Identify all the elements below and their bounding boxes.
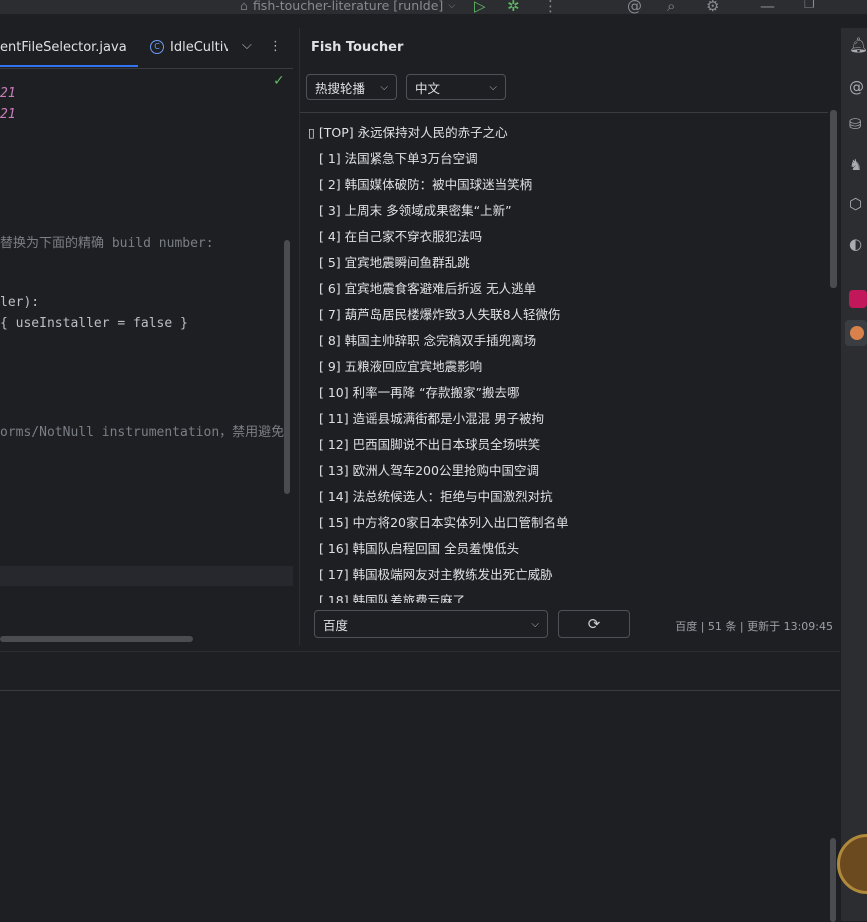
list-item[interactable]: [ 14] 法总统候选人：拒绝与中国激烈对抗: [319, 486, 553, 512]
list-item[interactable]: [ 10] 利率一再降 “存款搬家”搬去哪: [319, 382, 520, 408]
tab-file-selector[interactable]: entFileSelector.java: [0, 40, 127, 55]
code-line[interactable]: { useInstaller = false }: [0, 316, 188, 331]
plugin-icon[interactable]: [849, 290, 867, 308]
more-vertical-icon[interactable]: ⋮: [269, 39, 282, 54]
current-line-highlight: [0, 566, 293, 586]
list-item[interactable]: [ 18] 韩国队差旅费亏麻了: [319, 590, 465, 603]
list-item[interactable]: [ 4] 在自己家不穿衣服犯法吗: [319, 226, 482, 252]
fish-toucher-icon[interactable]: [845, 320, 867, 346]
list-item[interactable]: [ 15] 中方将20家日本实体列入出口管制名单: [319, 512, 569, 538]
coverage-icon[interactable]: ◐: [849, 235, 867, 253]
list-item[interactable]: [ 6] 宜宾地震食客避难后折返 无人逃单: [319, 278, 536, 304]
mode-select[interactable]: 热搜轮播 ⌵: [306, 74, 397, 100]
bottom-tool-window: [0, 651, 840, 922]
code-line[interactable]: 21: [0, 86, 16, 101]
list-item[interactable]: [ 13] 欧洲人驾车200公里抢购中国空调: [319, 460, 539, 486]
chevron-down-icon: ⌵: [531, 618, 539, 630]
search-icon[interactable]: ⌕: [667, 0, 675, 15]
database-icon[interactable]: ⛁: [849, 115, 867, 133]
fish-toucher-panel: Fish Toucher 热搜轮播 ⌵ 中文 ⌵ ▯ [TOP] 永远保持对人民…: [299, 28, 841, 645]
mascot-avatar[interactable]: [837, 834, 867, 894]
code-line[interactable]: 替换为下面的精确 build number:: [0, 232, 214, 251]
code-line[interactable]: 21: [0, 107, 16, 122]
code-editor[interactable]: entFileSelector.java C IdleCultiva ⌵ ⋮ ✓…: [0, 28, 293, 645]
project-title[interactable]: ⌂ fish-toucher-literature [runIde] ⌵: [240, 0, 455, 13]
code-line[interactable]: orms/NotNull instrumentation，禁用避免: [0, 421, 284, 440]
chevron-down-icon: ⌵: [489, 81, 497, 93]
active-tab-indicator: [0, 65, 138, 67]
list-item[interactable]: [ 8] 韩国主帅辞职 念完稿双手插兜离场: [319, 330, 536, 356]
more-vertical-icon[interactable]: ⋮: [543, 0, 558, 15]
gradle-icon[interactable]: ♞: [849, 156, 867, 174]
fish-icon: [850, 326, 864, 340]
list-item[interactable]: [ 16] 韩国队启程回国 全员羞愧低头: [319, 538, 519, 564]
horizontal-scrollbar[interactable]: [0, 636, 193, 642]
debug-icon[interactable]: ✲: [507, 0, 520, 15]
editor-tabs: entFileSelector.java C IdleCultiva ⌵ ⋮: [0, 28, 293, 69]
vertical-scrollbar[interactable]: [830, 838, 836, 922]
ai-chat-icon[interactable]: @: [849, 78, 867, 96]
vertical-scrollbar[interactable]: [284, 240, 290, 494]
chevron-down-icon: ⌵: [380, 81, 388, 93]
ai-assistant-icon[interactable]: @: [627, 0, 642, 15]
branch-icon: ⌂: [240, 0, 248, 13]
right-tool-strip: 🔔︎ @ ⛁ ♞ ⬡ ◐: [837, 28, 867, 921]
list-scrollbar[interactable]: [830, 110, 837, 288]
class-icon: C: [150, 40, 164, 54]
list-item[interactable]: [ 2] 韩国媒体破防：被中国球迷当笑柄: [319, 174, 532, 200]
list-item[interactable]: [ 17] 韩国极端网友对主教练发出死亡威胁: [319, 564, 553, 590]
bottom-tool-header: [0, 652, 840, 691]
tab-idle-cultivation[interactable]: IdleCultiva: [170, 40, 228, 55]
list-item[interactable]: [ 5] 宜宾地震瞬间鱼群乱跳: [319, 252, 470, 278]
run-icon[interactable]: ▷: [474, 0, 486, 15]
minimize-button[interactable]: —: [760, 0, 775, 15]
list-item[interactable]: [ 7] 葫芦岛居民楼爆炸致3人失联8人轻微伤: [319, 304, 561, 330]
check-icon: ✓: [273, 73, 285, 89]
list-item[interactable]: [ 9] 五粮液回应宜宾地震影响: [319, 356, 482, 382]
list-item[interactable]: ▯ [TOP] 永远保持对人民的赤子之心: [308, 122, 508, 148]
language-select[interactable]: 中文 ⌵: [406, 74, 506, 100]
list-item[interactable]: [ 1] 法国紧急下单3万台空调: [319, 148, 478, 174]
code-line[interactable]: ler):: [0, 295, 39, 310]
chevron-down-icon: ⌵: [448, 0, 456, 11]
list-item[interactable]: [ 3] 上周末 多领域成果密集“上新”: [319, 200, 512, 226]
list-item[interactable]: [ 11] 造谣县城满街都是小混混 男子被拘: [319, 408, 544, 434]
source-select[interactable]: 百度 ⌵: [314, 610, 548, 638]
list-item[interactable]: [ 12] 巴西国脚说不出日本球员全场哄笑: [319, 434, 540, 460]
refresh-button[interactable]: ⟳: [558, 610, 630, 638]
hot-search-list[interactable]: ▯ [TOP] 永远保持对人民的赤子之心 [ 1] 法国紧急下单3万台空调 [ …: [300, 112, 828, 603]
hexagon-icon[interactable]: ⬡: [849, 195, 867, 213]
gear-icon[interactable]: ⚙: [706, 0, 719, 15]
chevron-down-icon[interactable]: ⌵: [242, 38, 252, 53]
refresh-icon: ⟳: [587, 615, 601, 633]
restore-button[interactable]: ❐: [804, 0, 815, 11]
notifications-icon[interactable]: 🔔︎: [849, 36, 867, 54]
status-text: 百度 | 51 条 | 更新于 13:09:45: [675, 620, 833, 633]
panel-title: Fish Toucher: [311, 40, 404, 55]
